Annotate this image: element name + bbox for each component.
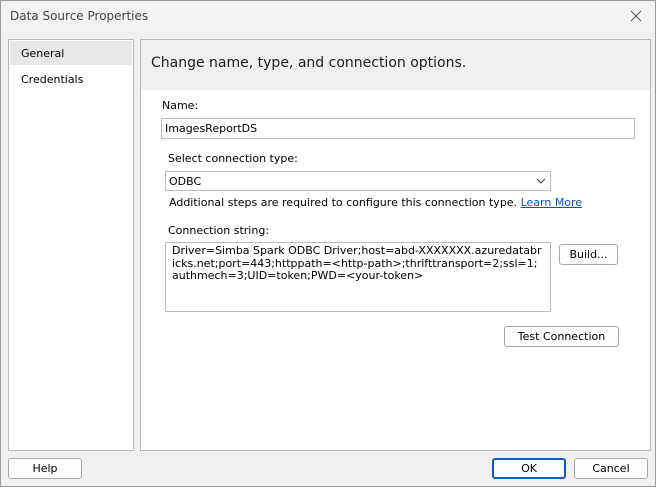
close-icon — [630, 10, 642, 22]
ok-button[interactable]: OK — [492, 458, 566, 479]
page-title: Change name, type, and connection option… — [151, 55, 467, 71]
sidebar-item-label: General — [21, 46, 65, 60]
dialog-window: Data Source Properties General Credentia… — [0, 0, 656, 487]
test-connection-button[interactable]: Test Connection — [504, 326, 619, 347]
learn-more-link[interactable]: Learn More — [521, 196, 583, 209]
name-field[interactable]: ImagesReportDS — [161, 118, 635, 139]
connection-type-label: Select connection type: — [168, 152, 298, 165]
cancel-button[interactable]: Cancel — [574, 458, 648, 479]
connection-type-select[interactable]: ODBC — [165, 171, 551, 191]
build-button[interactable]: Build... — [559, 244, 618, 265]
sidebar-item-general[interactable]: General — [10, 41, 132, 65]
help-button[interactable]: Help — [8, 458, 82, 479]
hint-message: Additional steps are required to configu… — [169, 196, 518, 209]
content-header: Change name, type, and connection option… — [141, 40, 650, 90]
hint-text: Additional steps are required to configu… — [169, 196, 582, 209]
name-field-value: ImagesReportDS — [165, 122, 258, 135]
window-title: Data Source Properties — [10, 9, 149, 23]
chevron-down-icon — [536, 178, 546, 184]
close-button[interactable] — [623, 4, 649, 28]
connection-type-value: ODBC — [169, 174, 202, 188]
sidebar: General Credentials — [8, 39, 134, 451]
connection-string-field[interactable]: Driver=Simba Spark ODBC Driver;host=abd-… — [165, 242, 551, 312]
sidebar-item-credentials[interactable]: Credentials — [10, 67, 132, 91]
name-label: Name: — [162, 99, 199, 112]
sidebar-item-label: Credentials — [21, 72, 84, 86]
connection-string-label: Connection string: — [168, 224, 270, 237]
title-bar: Data Source Properties — [1, 1, 655, 31]
content-panel: Change name, type, and connection option… — [140, 39, 651, 451]
